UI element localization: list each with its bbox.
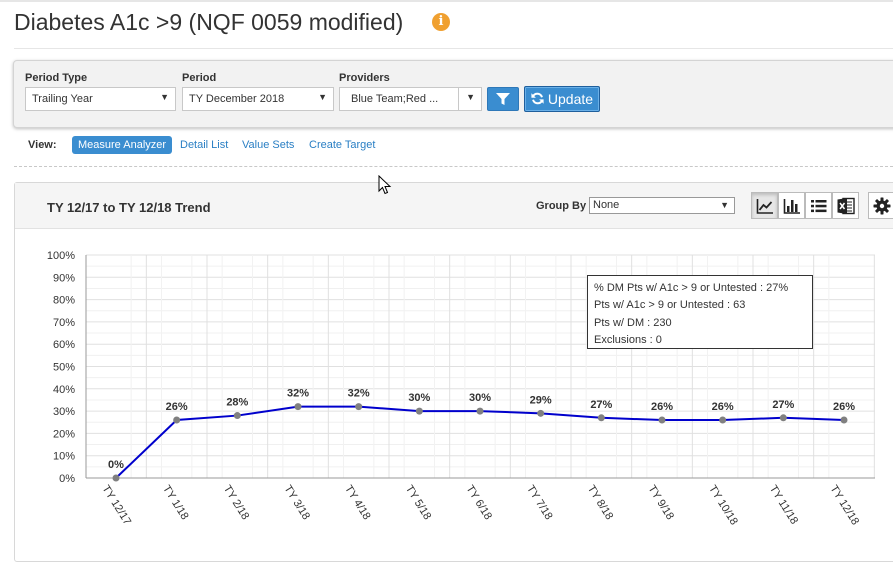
tab-create-target[interactable]: Create Target: [309, 136, 375, 154]
filter-panel: Period Type Trailing Year ▼ Period TY De…: [13, 60, 893, 128]
chevron-down-icon: ▼: [160, 92, 169, 102]
period-label: Period: [182, 72, 217, 84]
title-divider: [14, 48, 893, 49]
providers-value: Blue Team;Red ...: [351, 93, 439, 105]
update-button[interactable]: Update: [524, 86, 600, 112]
refresh-icon: [531, 92, 544, 105]
line-chart-icon: [756, 199, 773, 214]
list-icon: [811, 200, 827, 213]
providers-label: Providers: [339, 72, 390, 84]
period-type-label: Period Type: [25, 72, 88, 84]
top-border: [0, 0, 893, 2]
filter-button[interactable]: [487, 87, 519, 111]
info-icon[interactable]: i: [432, 13, 450, 31]
excel-export-button[interactable]: [832, 192, 859, 219]
chevron-down-icon: ▼: [466, 92, 475, 102]
period-type-value: Trailing Year: [32, 93, 93, 105]
tab-value-sets[interactable]: Value Sets: [242, 136, 294, 154]
group-by-value: None: [593, 199, 620, 211]
view-label: View:: [28, 139, 57, 151]
group-by-select[interactable]: None ▼: [589, 197, 735, 214]
tab-detail-list[interactable]: Detail List: [180, 136, 228, 154]
chart-panel: TY 12/17 to TY 12/18 Trend Group By None…: [14, 182, 893, 562]
mouse-cursor-icon: [378, 175, 392, 195]
bar-chart-icon: [783, 199, 800, 214]
update-label: Update: [547, 91, 594, 107]
select-divider: [458, 88, 459, 110]
chevron-down-icon: ▼: [720, 200, 729, 210]
section-divider: [14, 166, 893, 167]
gear-icon: [873, 197, 891, 215]
period-select[interactable]: TY December 2018 ▼: [182, 87, 334, 111]
tooltip-line: Pts w/ A1c > 9 or Untested : 63: [594, 299, 746, 312]
tooltip-line: Exclusions : 0: [594, 334, 662, 347]
filter-icon: [496, 93, 510, 105]
bar-chart-view-button[interactable]: [778, 192, 805, 219]
providers-select[interactable]: Blue Team;Red ... ▼: [339, 87, 482, 111]
line-chart-view-button[interactable]: [751, 192, 778, 219]
excel-icon: [837, 197, 855, 215]
tooltip-line: Pts w/ DM : 230: [594, 316, 672, 329]
period-type-select[interactable]: Trailing Year ▼: [25, 87, 176, 111]
chart-tooltip: % DM Pts w/ A1c > 9 or Untested : 27% Pt…: [587, 275, 813, 349]
period-value: TY December 2018: [189, 93, 285, 105]
settings-button[interactable]: [868, 192, 893, 219]
list-view-button[interactable]: [805, 192, 832, 219]
tab-measure-analyzer[interactable]: Measure Analyzer: [72, 136, 173, 154]
page-title: Diabetes A1c >9 (NQF 0059 modified): [14, 9, 404, 35]
chevron-down-icon: ▼: [318, 92, 327, 102]
chart-header: TY 12/17 to TY 12/18 Trend Group By None…: [15, 183, 893, 229]
group-by-label: Group By: [536, 200, 587, 212]
tooltip-line: % DM Pts w/ A1c > 9 or Untested : 27%: [594, 282, 789, 294]
chart-title: TY 12/17 to TY 12/18 Trend: [47, 200, 211, 215]
